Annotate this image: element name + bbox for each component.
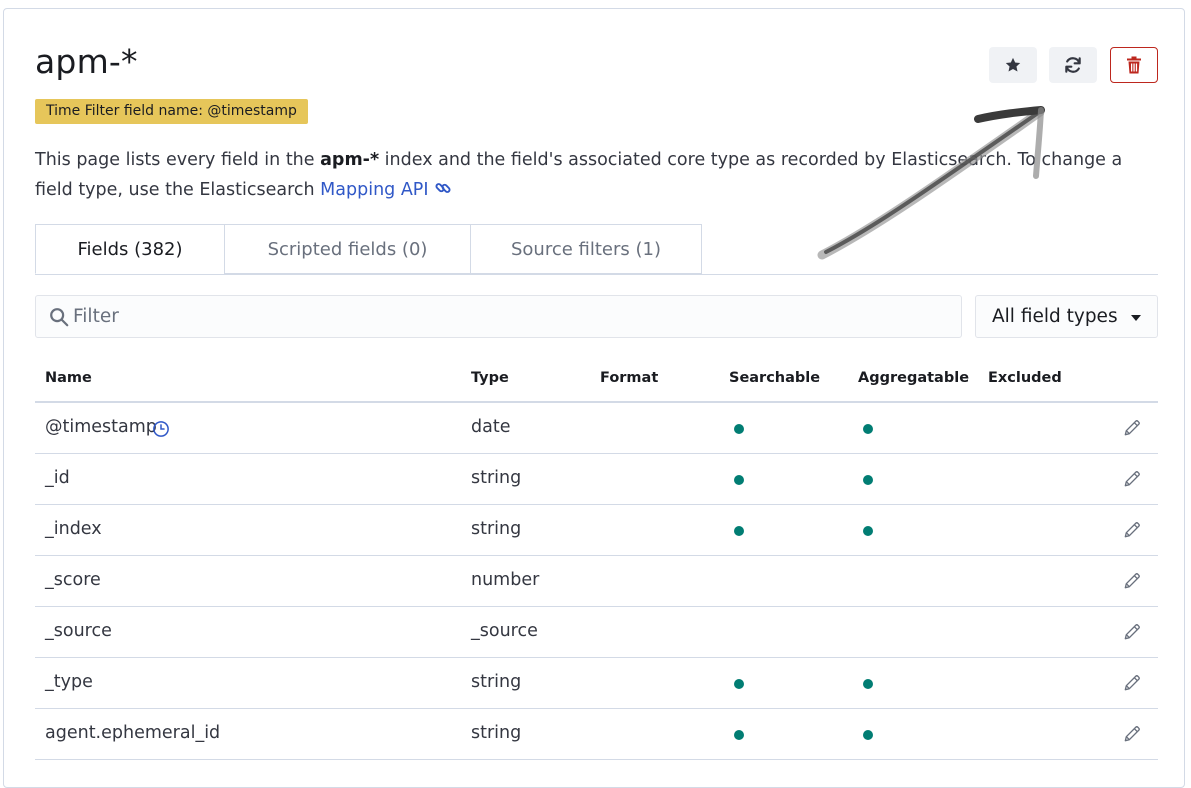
refresh-icon bbox=[1065, 57, 1081, 73]
field-type: number bbox=[471, 570, 540, 590]
star-icon bbox=[1005, 57, 1021, 72]
clock-icon bbox=[153, 421, 169, 437]
table-row: agent.ephemeral_id string bbox=[35, 709, 1158, 760]
field-name: agent.ephemeral_id bbox=[45, 723, 221, 743]
filter-placeholder: Filter bbox=[73, 306, 119, 327]
delete-index-pattern-button[interactable] bbox=[1110, 47, 1158, 83]
column-header-format[interactable]: Format bbox=[600, 370, 658, 386]
tab-fields[interactable]: Fields (382) bbox=[35, 224, 225, 274]
field-type: string bbox=[471, 672, 522, 692]
field-type: string bbox=[471, 723, 522, 743]
edit-field-icon[interactable] bbox=[1122, 418, 1142, 438]
set-default-index-button[interactable] bbox=[989, 47, 1037, 83]
aggregatable-indicator bbox=[863, 526, 873, 536]
index-name: apm-* bbox=[320, 150, 380, 170]
searchable-indicator bbox=[734, 475, 744, 485]
fields-table: Name Type Format Searchable Aggregatable… bbox=[35, 356, 1158, 760]
edit-field-icon[interactable] bbox=[1122, 469, 1142, 489]
page-title: apm-* bbox=[35, 42, 138, 81]
search-icon bbox=[50, 307, 69, 326]
column-header-name[interactable]: Name bbox=[45, 370, 92, 386]
column-header-searchable[interactable]: Searchable bbox=[729, 370, 820, 386]
aggregatable-indicator bbox=[863, 424, 873, 434]
field-type: date bbox=[471, 417, 511, 437]
column-header-excluded[interactable]: Excluded bbox=[988, 370, 1062, 386]
field-type: string bbox=[471, 519, 522, 539]
column-header-aggregatable[interactable]: Aggregatable bbox=[858, 370, 969, 386]
tab-source-filters[interactable]: Source filters (1) bbox=[470, 224, 702, 274]
field-type-select-value: All field types bbox=[992, 306, 1118, 327]
field-name: _index bbox=[45, 519, 102, 539]
caret-down-icon bbox=[1131, 315, 1141, 321]
mapping-api-link[interactable]: Mapping API bbox=[320, 180, 452, 200]
aggregatable-indicator bbox=[863, 730, 873, 740]
field-type-select[interactable]: All field types bbox=[975, 295, 1158, 338]
column-header-type[interactable]: Type bbox=[471, 370, 509, 386]
tab-scripted-fields[interactable]: Scripted fields (0) bbox=[224, 224, 471, 274]
field-type: string bbox=[471, 468, 522, 488]
trash-icon bbox=[1127, 56, 1141, 74]
index-pattern-tabs: Fields (382) Scripted fields (0) Source … bbox=[35, 224, 1158, 275]
searchable-indicator bbox=[734, 679, 744, 689]
searchable-indicator bbox=[734, 424, 744, 434]
field-type: _source bbox=[471, 621, 538, 641]
page-description: This page lists every field in the apm-*… bbox=[35, 150, 1123, 200]
table-row: _score number bbox=[35, 556, 1158, 607]
link-icon bbox=[435, 183, 451, 193]
searchable-indicator bbox=[734, 730, 744, 740]
aggregatable-indicator bbox=[863, 475, 873, 485]
edit-field-icon[interactable] bbox=[1122, 520, 1142, 540]
field-name: _type bbox=[45, 672, 93, 692]
refresh-fields-button[interactable] bbox=[1049, 47, 1097, 83]
table-body: @timestamp date _id string _index string _scor… bbox=[35, 403, 1158, 760]
edit-field-icon[interactable] bbox=[1122, 571, 1142, 591]
table-row: _type string bbox=[35, 658, 1158, 709]
table-row: _index string bbox=[35, 505, 1158, 556]
edit-field-icon[interactable] bbox=[1122, 622, 1142, 642]
table-row: @timestamp date bbox=[35, 403, 1158, 454]
edit-field-icon[interactable] bbox=[1122, 724, 1142, 744]
filter-input[interactable]: Filter bbox=[35, 295, 962, 338]
field-name: _score bbox=[45, 570, 101, 590]
table-row: _source _source bbox=[35, 607, 1158, 658]
aggregatable-indicator bbox=[863, 679, 873, 689]
time-filter-badge: Time Filter field name: @timestamp bbox=[35, 99, 308, 124]
edit-field-icon[interactable] bbox=[1122, 673, 1142, 693]
field-name: _source bbox=[45, 621, 112, 641]
field-name: _id bbox=[45, 468, 70, 488]
field-name: @timestamp bbox=[45, 417, 157, 437]
table-row: _id string bbox=[35, 454, 1158, 505]
searchable-indicator bbox=[734, 526, 744, 536]
table-header: Name Type Format Searchable Aggregatable… bbox=[35, 356, 1158, 403]
